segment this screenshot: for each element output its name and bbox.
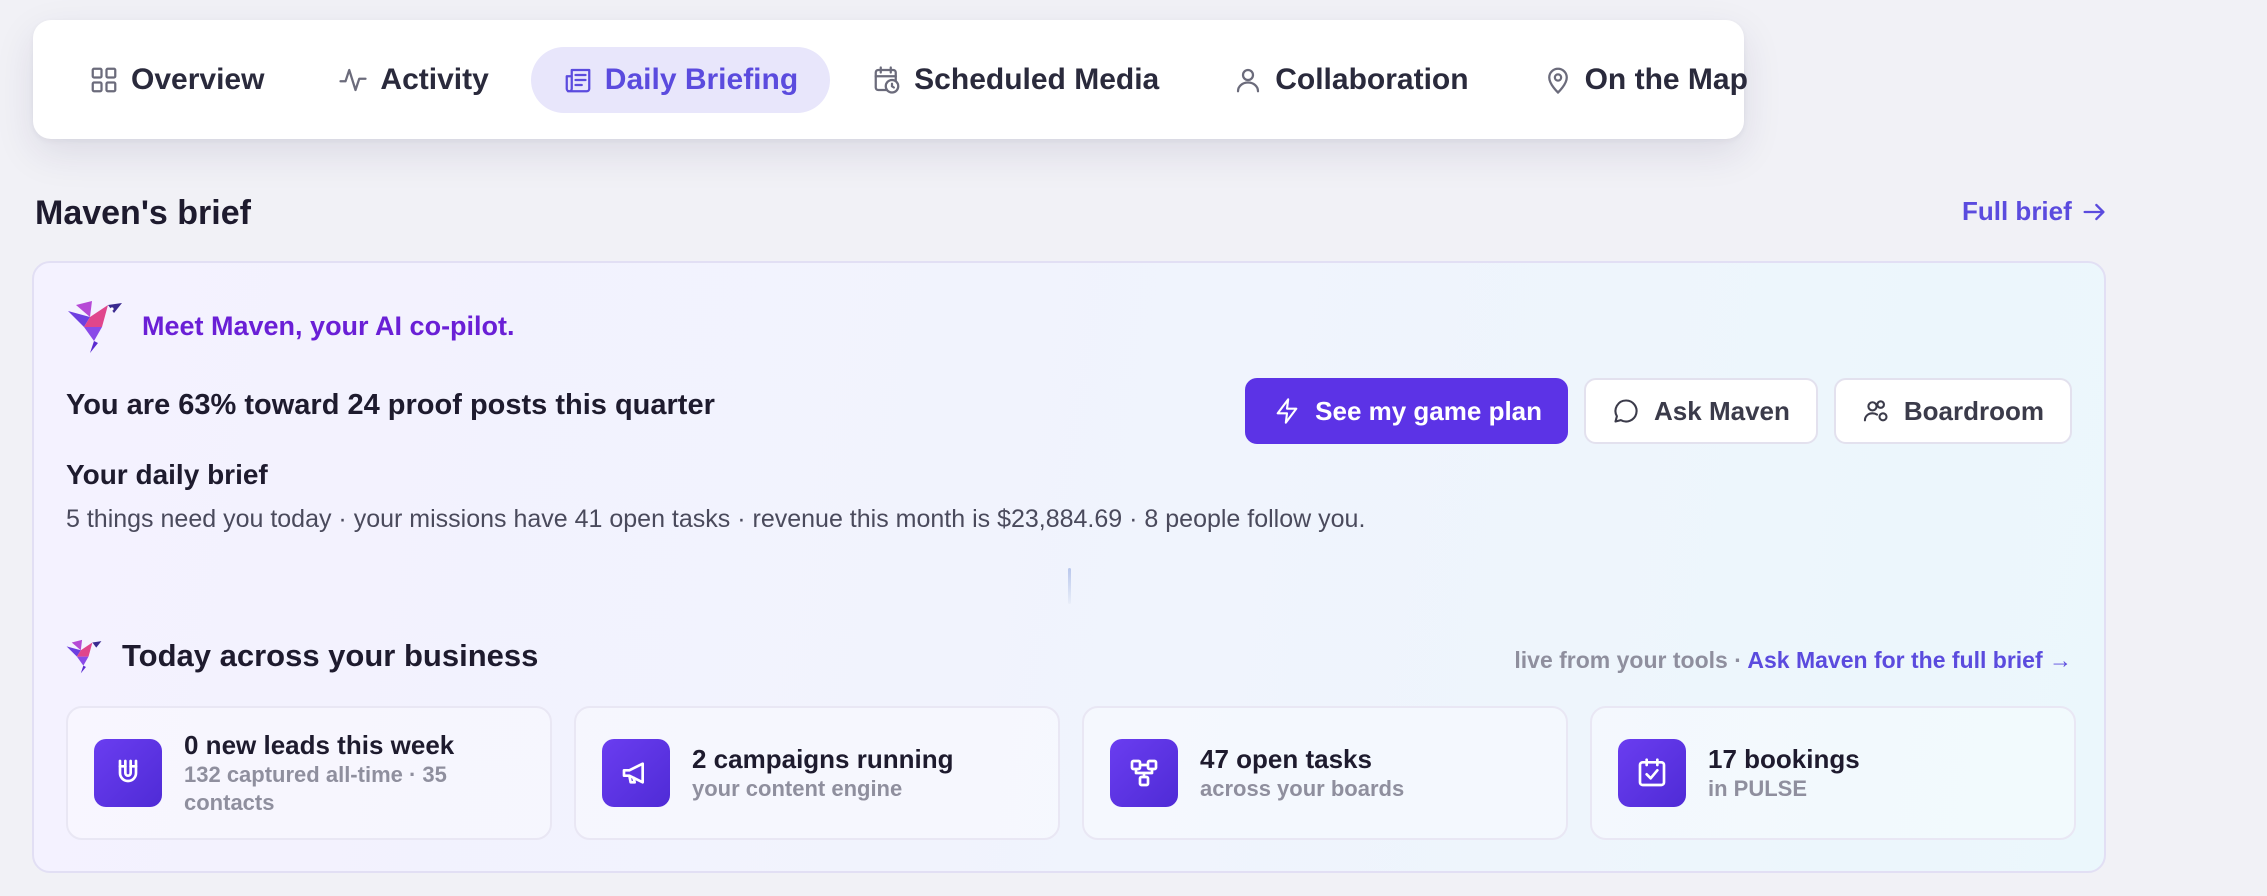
stat-subtitle: your content engine	[692, 776, 903, 801]
stat-title: 0 new leads this week	[184, 730, 455, 760]
stat-subtitle: in PULSE	[1708, 776, 1808, 801]
tab-daily-briefing[interactable]: Daily Briefing	[530, 46, 831, 113]
tab-collaboration[interactable]: Collaboration	[1201, 47, 1500, 113]
tab-label: Collaboration	[1275, 62, 1469, 96]
full-brief-link[interactable]: Full brief	[1962, 196, 2108, 227]
calendar-clock-icon	[874, 65, 900, 94]
tab-label: Daily Briefing	[604, 62, 799, 96]
user-icon	[1237, 68, 1260, 92]
today-title: Today across your business	[122, 638, 539, 673]
maven-brief-card: Meet Maven, your AI co-pilot. You are 63…	[32, 261, 2106, 873]
stat-subtitle: 132 captured all-time · 35 contacts	[184, 762, 447, 815]
maven-bird-icon	[64, 637, 104, 675]
activity-icon	[339, 68, 368, 91]
tab-activity[interactable]: Activity	[306, 47, 520, 113]
users-gear-icon	[1863, 400, 1888, 422]
stat-card-bookings[interactable]: 17 bookings in PULSE	[1590, 706, 2076, 840]
calendar-check-icon	[1618, 739, 1686, 807]
maven-intro: Meet Maven, your AI co-pilot.	[64, 297, 515, 355]
boardroom-button[interactable]: Boardroom	[1833, 378, 2072, 444]
brief-actions: See my game plan Ask Maven Boardroom	[1245, 378, 2072, 444]
megaphone-icon	[602, 739, 670, 807]
ask-maven-full-brief-link[interactable]: Ask Maven for the full brief →	[1747, 647, 2072, 673]
newspaper-icon	[565, 68, 591, 92]
lightning-icon	[1276, 398, 1298, 424]
today-header: Today across your business	[64, 637, 538, 675]
grid-icon	[91, 67, 117, 92]
stat-card-tasks[interactable]: 47 open tasks across your boards	[1082, 706, 1568, 840]
tab-label: Overview	[131, 62, 265, 96]
tab-label: Activity	[380, 62, 489, 96]
stat-cards: 0 new leads this week 132 captured all-t…	[66, 706, 2076, 840]
stat-title: 17 bookings	[1708, 744, 1860, 774]
ask-maven-label: Ask Maven	[1654, 395, 1790, 426]
workflow-icon	[1110, 739, 1178, 807]
tab-scheduled-media[interactable]: Scheduled Media	[840, 47, 1191, 113]
live-source-note: live from your tools · Ask Maven for the…	[1514, 647, 2072, 674]
boardroom-label: Boardroom	[1903, 395, 2044, 426]
tab-overview[interactable]: Overview	[57, 47, 296, 113]
full-brief-label: Full brief	[1962, 196, 2072, 226]
magnet-icon	[94, 739, 162, 807]
stat-subtitle: across your boards	[1200, 776, 1405, 801]
tab-bar: Overview Activity Daily Briefing Schedul…	[33, 20, 1748, 139]
maven-bird-icon	[64, 297, 126, 355]
quarter-progress-text: You are 63% toward 24 proof posts this q…	[66, 389, 715, 421]
see-game-plan-label: See my game plan	[1315, 395, 1543, 426]
see-game-plan-button[interactable]: See my game plan	[1245, 378, 1569, 444]
arrow-right-icon	[2083, 203, 2105, 220]
daily-brief-text: 5 things need you today · your missions …	[66, 505, 1366, 533]
stat-title: 47 open tasks	[1200, 744, 1372, 774]
divider	[1068, 568, 1071, 604]
maven-intro-text: Meet Maven, your AI co-pilot.	[142, 310, 515, 341]
tab-on-the-map[interactable]: On the Map	[1511, 47, 1780, 113]
map-pin-icon	[1547, 67, 1568, 94]
live-prefix: live from your tools ·	[1514, 647, 1748, 673]
ask-maven-button[interactable]: Ask Maven	[1584, 378, 1818, 444]
stat-card-campaigns[interactable]: 2 campaigns running your content engine	[574, 706, 1060, 840]
stat-card-leads[interactable]: 0 new leads this week 132 captured all-t…	[66, 706, 552, 840]
section-title: Maven's brief	[35, 194, 251, 232]
tab-label: Scheduled Media	[914, 62, 1160, 96]
tab-label: On the Map	[1584, 62, 1748, 96]
app-root: Overview Activity Daily Briefing Schedul…	[0, 0, 2267, 896]
daily-brief-title: Your daily brief	[66, 459, 268, 490]
chat-bubble-icon	[1614, 399, 1638, 423]
stat-title: 2 campaigns running	[692, 744, 954, 774]
